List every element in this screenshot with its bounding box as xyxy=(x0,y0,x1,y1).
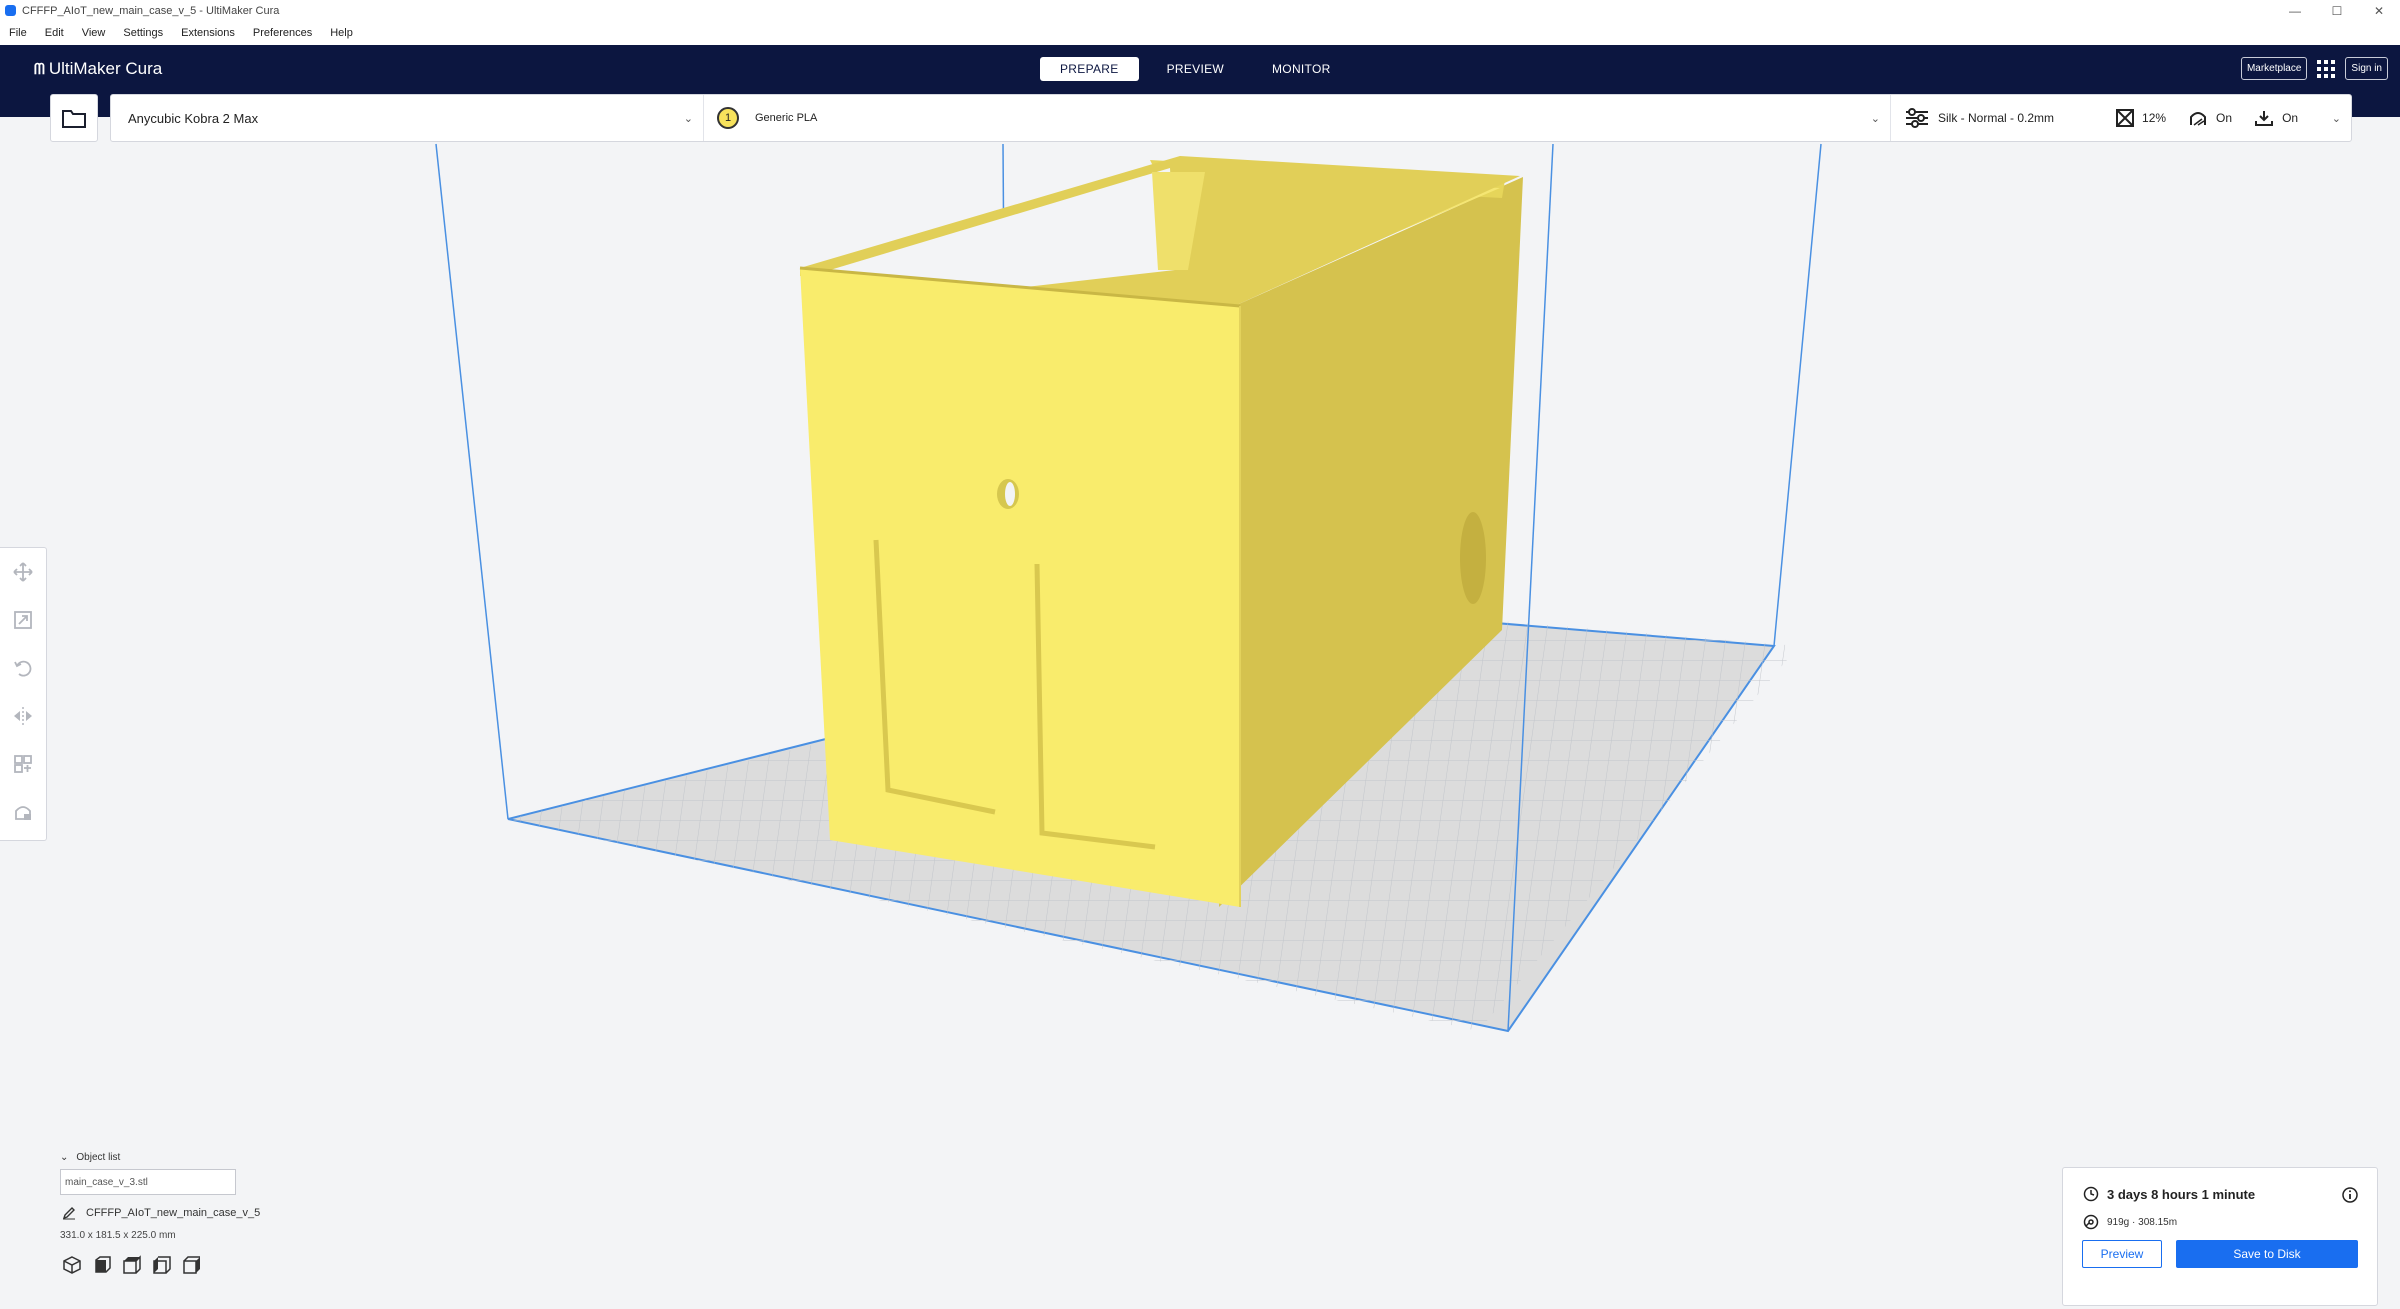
transform-toolstrip xyxy=(0,547,47,841)
scene-svg xyxy=(435,143,1822,1033)
move-tool[interactable] xyxy=(0,548,46,596)
tab-prepare[interactable]: PREPARE xyxy=(1040,57,1139,81)
support-icon xyxy=(2190,112,2207,126)
build-volume-edge-right xyxy=(1773,143,1822,647)
tab-monitor[interactable]: MONITOR xyxy=(1252,57,1351,81)
chevron-down-icon: ⌄ xyxy=(60,1152,69,1163)
menu-file[interactable]: File xyxy=(0,27,36,39)
support-blocker-icon xyxy=(15,806,31,820)
support-value: On xyxy=(2216,111,2233,125)
menubar: File Edit View Settings Extensions Prefe… xyxy=(0,21,2400,45)
chevron-down-icon: ⌄ xyxy=(683,113,693,125)
view-left-icon[interactable] xyxy=(152,1255,172,1275)
adhesion-icon xyxy=(2255,111,2274,126)
adhesion-group: On xyxy=(2254,109,2298,127)
cura-app-icon xyxy=(5,5,16,16)
sign-in-button[interactable]: Sign in xyxy=(2345,57,2388,80)
material-usage: 919g · 308.15m xyxy=(2107,1216,2178,1228)
chevron-down-icon: ⌄ xyxy=(1870,113,1880,125)
stage-tabs: PREPARE PREVIEW MONITOR xyxy=(1040,57,1351,81)
window-controls: — ☐ ✕ xyxy=(2274,0,2400,21)
marketplace-button[interactable]: Marketplace xyxy=(2240,57,2308,80)
support-group: On xyxy=(2188,109,2232,127)
print-settings-selector[interactable]: Silk - Normal - 0.2mm 12% On On ⌄ xyxy=(1890,95,2351,141)
spool-icon xyxy=(2083,1214,2099,1230)
window-titlebar: CFFFP_AIoT_new_main_case_v_5 - UltiMaker… xyxy=(0,0,2400,21)
object-list-item[interactable]: main_case_v_3.stl xyxy=(60,1169,236,1195)
minimize-button[interactable]: — xyxy=(2274,0,2316,21)
material-selector[interactable]: 1 Generic PLA ⌄ xyxy=(703,95,1891,141)
maximize-button[interactable]: ☐ xyxy=(2316,0,2358,21)
profile-name: Silk - Normal - 0.2mm xyxy=(1938,111,2055,125)
job-name: CFFFP_AIoT_new_main_case_v_5 xyxy=(86,1207,261,1219)
menu-preferences[interactable]: Preferences xyxy=(244,27,321,39)
print-time: 3 days 8 hours 1 minute xyxy=(2107,1186,2256,1202)
infill-group: 12% xyxy=(2116,109,2166,127)
adhesion-value: On xyxy=(2282,111,2299,125)
print-time-row: 3 days 8 hours 1 minute xyxy=(2083,1186,2255,1202)
build-volume-edge-left xyxy=(435,143,509,820)
object-list-label: Object list xyxy=(76,1152,121,1163)
view-top-icon[interactable] xyxy=(122,1255,142,1275)
menu-help[interactable]: Help xyxy=(321,27,362,39)
model-side-hole xyxy=(1460,512,1486,604)
save-to-disk-button[interactable]: Save to Disk xyxy=(2176,1240,2358,1268)
printer-name: Anycubic Kobra 2 Max xyxy=(128,110,259,126)
info-icon[interactable] xyxy=(2341,1186,2359,1204)
3d-viewport[interactable] xyxy=(0,140,2400,1304)
header-actions: Marketplace Sign in xyxy=(2240,57,2388,80)
preview-button[interactable]: Preview xyxy=(2082,1240,2162,1268)
view-front-icon[interactable] xyxy=(92,1255,112,1275)
profile-group: Silk - Normal - 0.2mm xyxy=(1904,108,2054,128)
mirror-icon xyxy=(14,707,32,725)
menu-view[interactable]: View xyxy=(73,27,115,39)
object-item-name: main_case_v_3.stl xyxy=(65,1176,148,1188)
scale-icon xyxy=(14,611,32,629)
ultimaker-logo: ᗰ UltiMaker Cura xyxy=(34,59,162,79)
print-output-panel: 3 days 8 hours 1 minute 919g · 308.15m P… xyxy=(2062,1167,2378,1306)
rotate-tool[interactable] xyxy=(0,644,46,692)
model-dimensions: 331.0 x 181.5 x 225.0 mm xyxy=(60,1230,176,1241)
clock-icon xyxy=(2083,1186,2099,1202)
ultimaker-logo-icon: ᗰ xyxy=(34,60,45,78)
rotate-icon xyxy=(14,660,32,677)
view-right-icon[interactable] xyxy=(182,1255,202,1275)
model-front-face xyxy=(800,268,1240,907)
menu-extensions[interactable]: Extensions xyxy=(172,27,244,39)
job-name-row[interactable]: CFFFP_AIoT_new_main_case_v_5 xyxy=(62,1206,260,1220)
material-usage-row: 919g · 308.15m xyxy=(2083,1214,2177,1230)
move-icon xyxy=(13,562,33,582)
model-inner-opening xyxy=(830,168,1175,290)
chevron-down-icon: ⌄ xyxy=(2331,113,2341,125)
logo-text: UltiMaker Cura xyxy=(48,59,163,78)
folder-icon xyxy=(62,110,86,128)
sliders-icon xyxy=(1906,108,1928,128)
per-model-settings-icon xyxy=(14,755,32,773)
close-button[interactable]: ✕ xyxy=(2358,0,2400,21)
menu-settings[interactable]: Settings xyxy=(114,27,172,39)
infill-icon xyxy=(2116,109,2135,127)
camera-view-buttons xyxy=(62,1255,260,1275)
printer-toolbar: Anycubic Kobra 2 Max ⌄ 1 Generic PLA ⌄ S… xyxy=(110,94,2352,142)
open-file-button[interactable] xyxy=(50,94,98,142)
window-title: CFFFP_AIoT_new_main_case_v_5 - UltiMaker… xyxy=(22,4,280,17)
mirror-tool[interactable] xyxy=(0,692,46,740)
infill-value: 12% xyxy=(2142,111,2167,125)
extruder-badge: 1 xyxy=(717,107,739,129)
material-name: Generic PLA xyxy=(755,112,818,124)
object-list-panel: ⌄ Object list main_case_v_3.stl CFFFP_AI… xyxy=(60,1152,260,1275)
scale-tool[interactable] xyxy=(0,596,46,644)
object-list-header[interactable]: ⌄ Object list xyxy=(60,1152,260,1163)
printer-selector[interactable]: Anycubic Kobra 2 Max ⌄ xyxy=(111,95,704,141)
view-3d-icon[interactable] xyxy=(62,1255,82,1275)
tab-preview[interactable]: PREVIEW xyxy=(1147,57,1244,81)
menu-edit[interactable]: Edit xyxy=(36,27,73,39)
apps-grid-icon[interactable] xyxy=(2317,59,2336,78)
support-blocker-tool[interactable] xyxy=(0,788,46,836)
pencil-icon[interactable] xyxy=(62,1206,76,1220)
per-model-settings-tool[interactable] xyxy=(0,740,46,788)
